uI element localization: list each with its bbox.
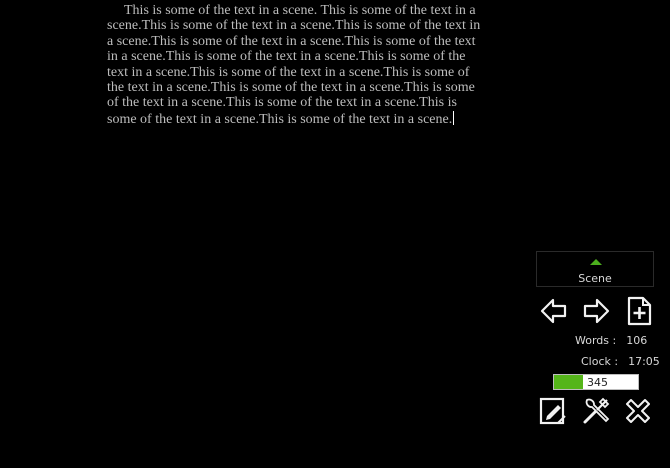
- editor-text: This is some of the text in a scene. Thi…: [107, 3, 481, 127]
- word-goal-progress-bar: 345: [553, 374, 639, 390]
- edit-note-icon: [539, 397, 566, 425]
- arrow-left-icon: [540, 298, 567, 324]
- progress-fill: [554, 375, 583, 389]
- word-count-value: 106: [626, 334, 648, 347]
- arrow-right-icon: [583, 298, 610, 324]
- progress-value: 345: [587, 376, 608, 389]
- editor-paragraph: This is some of the text in a scene. Thi…: [107, 3, 487, 127]
- scene-tab[interactable]: Scene: [536, 251, 654, 287]
- new-document-icon: [627, 296, 652, 326]
- close-icon: [626, 399, 650, 423]
- word-count-label: Words :: [575, 334, 617, 347]
- word-count: Words : 106: [575, 334, 647, 347]
- tools-icon: [583, 397, 610, 424]
- clock-value: 17:05: [628, 355, 660, 368]
- edit-note-button[interactable]: [538, 396, 568, 426]
- clock-label: Clock :: [581, 355, 619, 368]
- next-scene-button[interactable]: [581, 296, 611, 326]
- triangle-up-icon: [590, 259, 602, 265]
- scene-tab-label: Scene: [578, 272, 612, 285]
- text-caret: [453, 110, 455, 125]
- new-scene-button[interactable]: [624, 296, 654, 326]
- text-editor[interactable]: This is some of the text in a scene. Thi…: [107, 3, 487, 127]
- close-button[interactable]: [623, 396, 653, 426]
- tools-button[interactable]: [581, 396, 611, 426]
- previous-scene-button[interactable]: [539, 296, 569, 326]
- clock: Clock : 17:05: [581, 355, 660, 368]
